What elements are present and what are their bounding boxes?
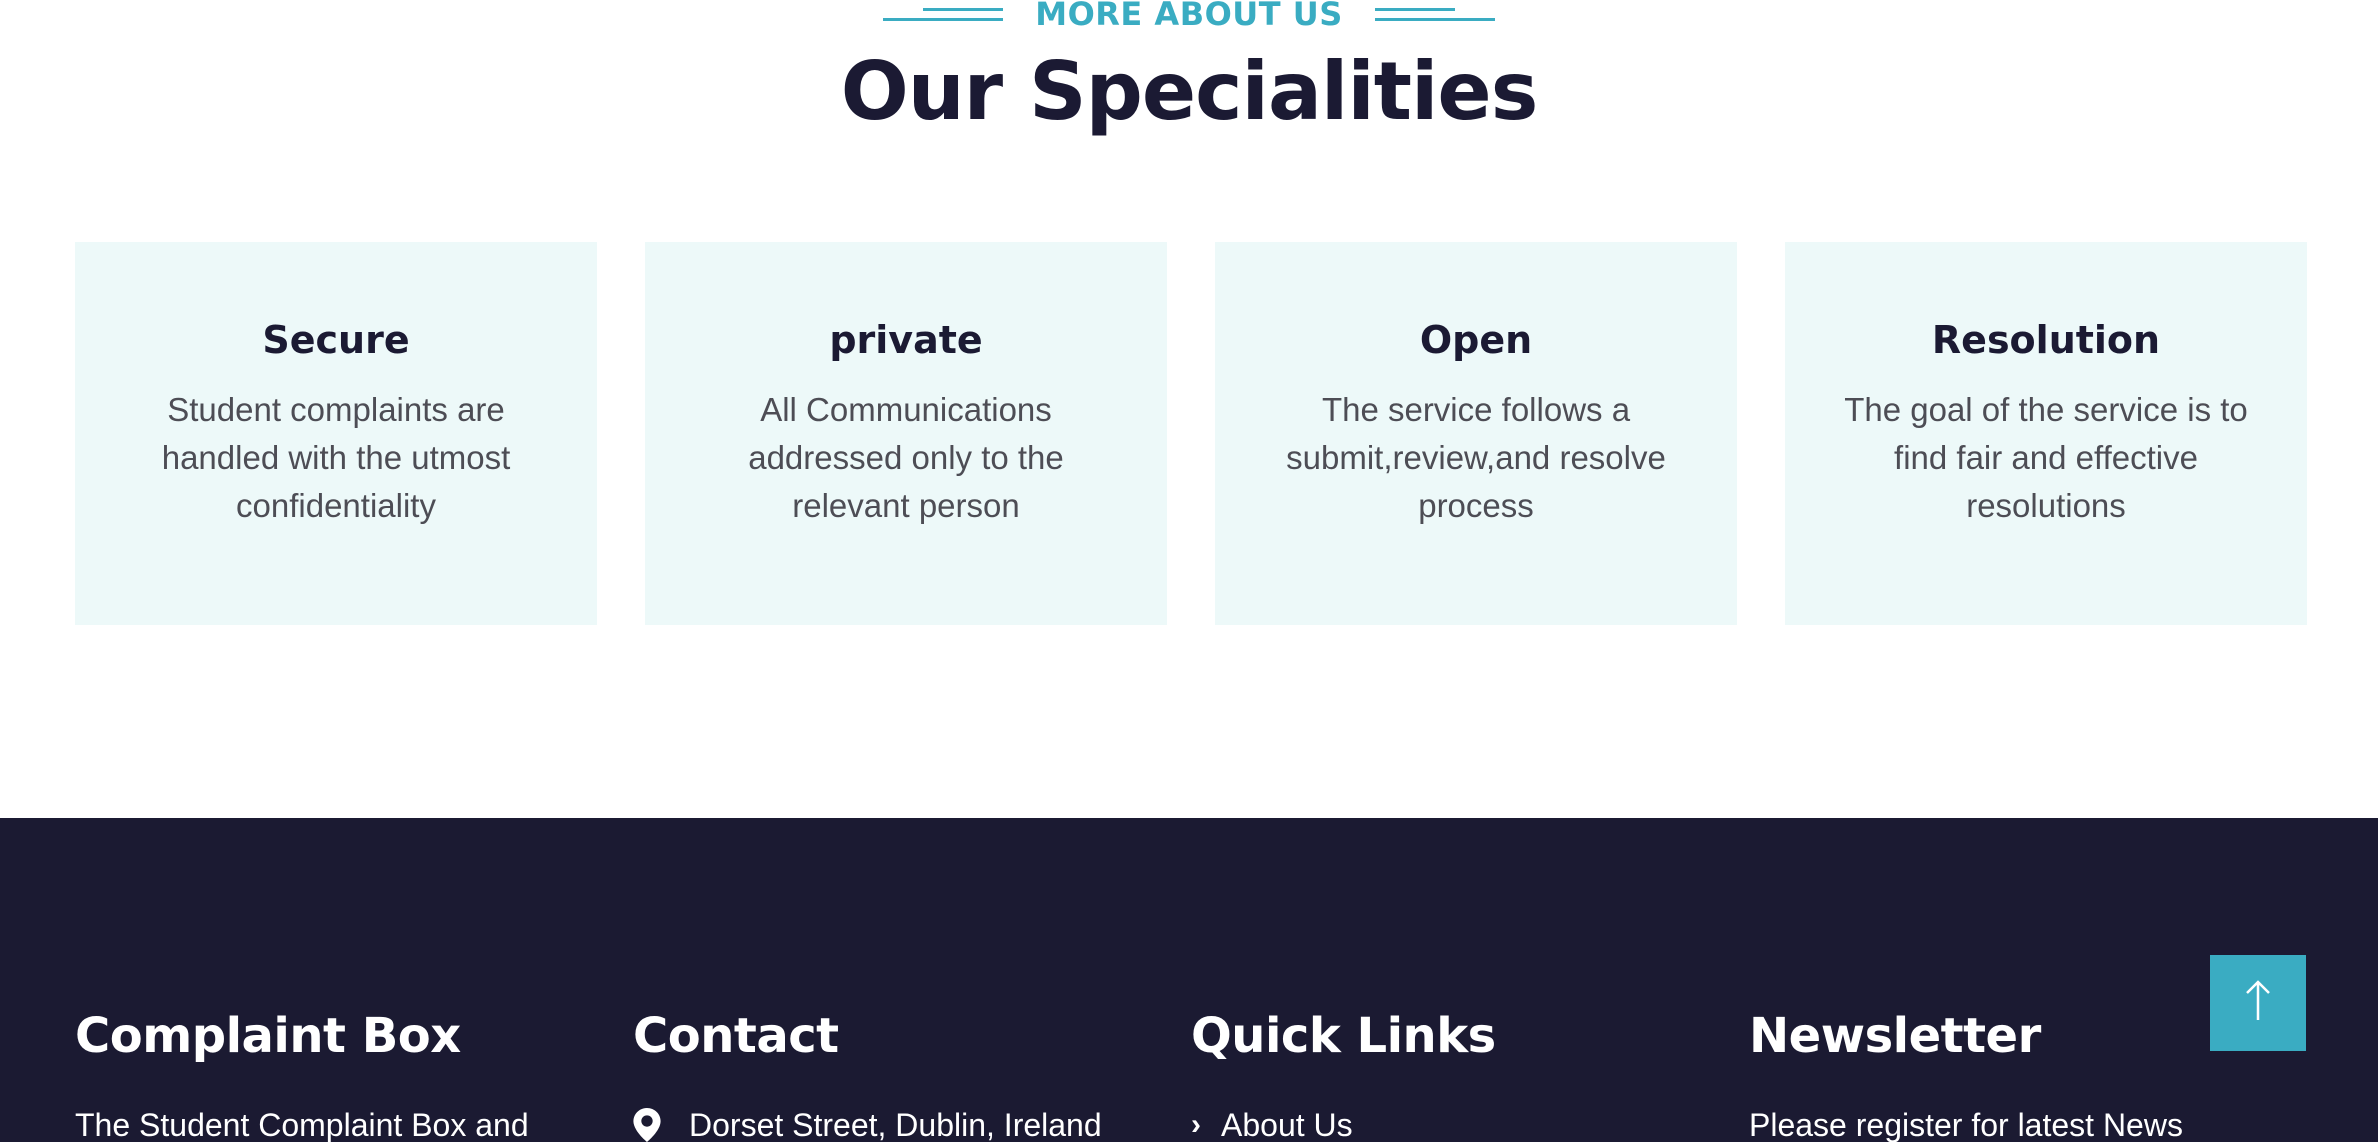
footer-heading: Quick Links bbox=[1191, 1008, 1496, 1064]
quick-link-label[interactable]: About Us bbox=[1221, 1104, 1353, 1142]
card-title: Resolution bbox=[1931, 318, 2161, 362]
card-secure: Secure Student complaints are handled wi… bbox=[75, 242, 597, 625]
card-private: private All Communications addressed onl… bbox=[645, 242, 1167, 625]
footer-col-quick-links: Quick Links › About Us bbox=[1191, 1008, 1749, 1142]
decorative-lines-left bbox=[883, 7, 1004, 21]
card-text: The service follows a submit,review,and … bbox=[1286, 391, 1666, 524]
footer-about-text: The Student Complaint Box and bbox=[75, 1107, 529, 1142]
section-eyebrow: MORE ABOUT US bbox=[0, 0, 2378, 34]
card-text: All Communications addressed only to the… bbox=[748, 391, 1064, 524]
specialities-cards: Secure Student complaints are handled wi… bbox=[75, 242, 2307, 625]
card-title: private bbox=[829, 318, 983, 362]
footer-col-contact: Contact Dorset Street, Dublin, Ireland bbox=[633, 1008, 1191, 1142]
quick-link-about[interactable]: › About Us bbox=[1191, 1104, 1749, 1142]
card-text: Student complaints are handled with the … bbox=[161, 391, 511, 524]
card-open: Open The service follows a submit,review… bbox=[1215, 242, 1737, 625]
footer-heading: Complaint Box bbox=[75, 1008, 461, 1064]
eyebrow-text: MORE ABOUT US bbox=[1035, 0, 1343, 33]
card-title: Open bbox=[1419, 318, 1533, 362]
footer-col-complaint-box: Complaint Box The Student Complaint Box … bbox=[75, 1008, 633, 1142]
site-footer: Complaint Box The Student Complaint Box … bbox=[0, 818, 2378, 1142]
section-title: Our Specialities bbox=[840, 45, 1539, 138]
chevron-right-icon: › bbox=[1191, 1108, 1201, 1141]
card-title: Secure bbox=[262, 318, 410, 362]
footer-columns: Complaint Box The Student Complaint Box … bbox=[75, 1008, 2307, 1142]
card-resolution: Resolution The goal of the service is to… bbox=[1785, 242, 2307, 625]
card-text: The goal of the service is to find fair … bbox=[1844, 391, 2248, 524]
contact-address: Dorset Street, Dublin, Ireland bbox=[633, 1104, 1191, 1142]
arrow-up-icon bbox=[2244, 979, 2272, 1027]
map-pin-icon bbox=[633, 1108, 661, 1142]
newsletter-text: Please register for latest News bbox=[1749, 1107, 2183, 1142]
footer-heading: Contact bbox=[633, 1008, 839, 1064]
address-text: Dorset Street, Dublin, Ireland bbox=[689, 1107, 1102, 1142]
back-to-top-button[interactable] bbox=[2210, 955, 2306, 1051]
decorative-lines-right bbox=[1374, 7, 1495, 21]
